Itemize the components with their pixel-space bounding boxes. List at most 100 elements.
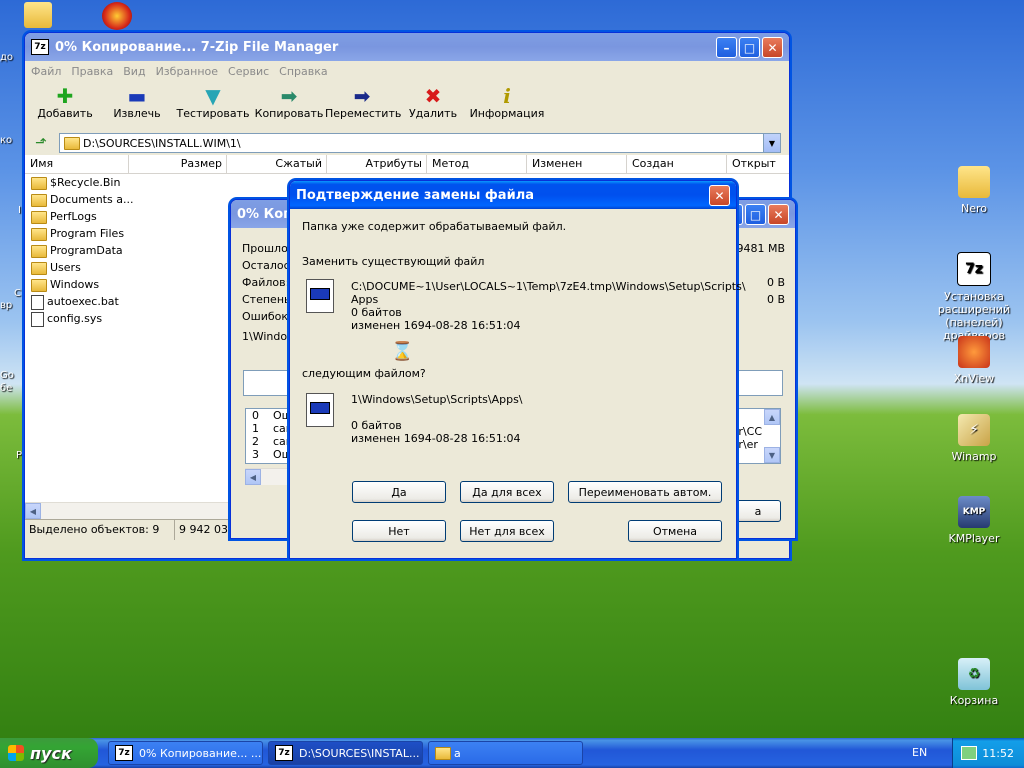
column-header-name[interactable]: Имя: [25, 155, 129, 173]
maximize-button[interactable]: □: [745, 204, 766, 225]
window-title: 0% Копирование... 7-Zip File Manager: [55, 39, 339, 55]
desktop-label-fragment: Р: [16, 450, 23, 461]
column-header-modified[interactable]: Изменен: [527, 155, 627, 173]
desktop-icon-recycle-bin[interactable]: ♻ Корзина: [929, 658, 1019, 707]
move-button[interactable]: ➡ Переместить: [325, 81, 401, 120]
close-button[interactable]: ✕: [709, 185, 730, 206]
test-button[interactable]: ▼ Тестировать: [173, 81, 253, 120]
desktop-icon-nero[interactable]: Nero: [929, 166, 1019, 215]
kmplayer-icon: KMP: [958, 496, 990, 528]
desktop-icon-winamp[interactable]: ⚡ Winamp: [929, 414, 1019, 463]
column-header-attributes[interactable]: Атрибуты: [327, 155, 427, 173]
file-manager-titlebar[interactable]: 7z 0% Копирование... 7-Zip File Manager …: [25, 33, 789, 61]
move-icon: ➡: [353, 84, 371, 108]
desktop-icon-kmplayer[interactable]: KMP KMPlayer: [929, 496, 1019, 545]
scroll-left-icon[interactable]: ◀: [245, 469, 261, 485]
column-header-size[interactable]: Размер: [129, 155, 227, 173]
taskbar-item-file-manager[interactable]: 7z D:\SOURCES\INSTAL...: [268, 741, 423, 765]
cancel-button[interactable]: Отмена: [628, 520, 722, 542]
toolbar: ✚ Добавить ▬ Извлечь ▼ Тестировать ➡ Копиров…: [25, 81, 789, 131]
documents-folder-icon[interactable]: [24, 2, 52, 28]
existing-file-name: Apps: [351, 293, 379, 306]
desktop-label-fragment: вр: [0, 300, 13, 311]
test-icon: ▼: [205, 84, 221, 108]
desktop-label-fragment: до: [0, 52, 14, 63]
total-size-value: 9481 MB: [736, 242, 785, 255]
auto-rename-button[interactable]: Переименовать автом.: [568, 481, 722, 503]
column-header-created[interactable]: Создан: [627, 155, 727, 173]
menu-favorites[interactable]: Избранное: [156, 65, 218, 78]
log-text: car: [273, 435, 291, 448]
existing-file-info: C:\DOCUME~1\User\LOCALS~1\Temp\7zE4.tmp\…: [351, 280, 746, 332]
toolbar-label: Копировать: [254, 107, 324, 120]
info-icon: i: [503, 84, 511, 108]
existing-file-path: C:\DOCUME~1\User\LOCALS~1\Temp\7zE4.tmp\…: [351, 280, 746, 293]
hourglass-icon: ⌛: [391, 341, 414, 362]
file-name: PerfLogs: [50, 210, 97, 223]
desktop-icon-label: Winamp: [951, 450, 997, 463]
log-text: car: [273, 422, 291, 435]
extract-button[interactable]: ▬ Извлечь: [101, 81, 173, 120]
7zip-icon: 7z: [275, 745, 293, 761]
system-tray: 11:52: [952, 738, 1024, 768]
windows-logo-icon: [8, 745, 24, 761]
yes-to-all-button[interactable]: Да для всех: [460, 481, 554, 503]
new-file-info: 1\Windows\Setup\Scripts\Apps\ 0 байтов и…: [351, 393, 523, 445]
status-selected: Выделено объектов: 9: [25, 520, 175, 540]
taskbar: пуск 7z 0% Копирование... ... 7z D:\SOUR…: [0, 738, 1024, 768]
no-to-all-button[interactable]: Нет для всех: [460, 520, 554, 542]
list-header: Имя Размер Сжатый Атрибуты Метод Изменен…: [25, 155, 789, 174]
folder-icon: [31, 244, 47, 258]
log-index: 1: [252, 422, 259, 435]
language-indicator[interactable]: EN: [912, 746, 927, 759]
new-file-path: 1\Windows\Setup\Scripts\Apps\: [351, 393, 523, 406]
dialog-titlebar[interactable]: Подтверждение замены файла ✕: [290, 181, 736, 209]
up-folder-icon[interactable]: ⬏: [29, 135, 53, 151]
close-button[interactable]: ✕: [768, 204, 789, 225]
menu-help[interactable]: Справка: [279, 65, 327, 78]
app-shortcut-icon[interactable]: [102, 2, 132, 30]
progress-action-button[interactable]: а: [735, 500, 781, 522]
start-button[interactable]: пуск: [0, 738, 98, 768]
copy-button[interactable]: ➡ Копировать: [253, 81, 325, 120]
column-header-method[interactable]: Метод: [427, 155, 527, 173]
scroll-down-icon[interactable]: ▼: [764, 447, 780, 463]
horizontal-scrollbar[interactable]: ◀: [25, 502, 229, 519]
column-header-packed[interactable]: Сжатый: [227, 155, 327, 173]
folder-icon: [31, 278, 47, 292]
scroll-up-icon[interactable]: ▲: [764, 409, 780, 425]
column-header-accessed[interactable]: Открыт: [727, 155, 787, 173]
close-button[interactable]: ✕: [762, 37, 783, 58]
safely-remove-icon[interactable]: [961, 746, 977, 760]
taskbar-item-folder[interactable]: a: [428, 741, 583, 765]
minimize-button[interactable]: –: [716, 37, 737, 58]
file-name: autoexec.bat: [47, 295, 119, 308]
menu-file[interactable]: Файл: [31, 65, 61, 78]
delete-button[interactable]: ✖ Удалить: [399, 81, 467, 120]
info-button[interactable]: i Информация: [467, 81, 547, 120]
dialog-title: Подтверждение замены файла: [296, 187, 534, 203]
taskbar-item-label: D:\SOURCES\INSTAL...: [299, 746, 420, 760]
winamp-icon: ⚡: [958, 414, 990, 446]
maximize-button[interactable]: □: [739, 37, 760, 58]
menu-tools[interactable]: Сервис: [228, 65, 269, 78]
add-button[interactable]: ✚ Добавить: [29, 81, 101, 120]
extract-icon: ▬: [127, 84, 147, 108]
desktop-icon-xnview[interactable]: XnView: [929, 336, 1019, 385]
menu-edit[interactable]: Правка: [71, 65, 113, 78]
taskbar-item-copy-progress[interactable]: 7z 0% Копирование... ...: [108, 741, 263, 765]
desktop-icon-driver-installer[interactable]: 7z Установка расширений (панелей) драйве…: [929, 252, 1019, 342]
no-button[interactable]: Нет: [352, 520, 446, 542]
address-field[interactable]: D:\SOURCES\INSTALL.WIM\1\ ▼: [59, 133, 781, 153]
clock[interactable]: 11:52: [982, 747, 1014, 760]
chevron-down-icon[interactable]: ▼: [763, 134, 780, 152]
menu-view[interactable]: Вид: [123, 65, 145, 78]
scroll-left-icon[interactable]: ◀: [25, 503, 41, 519]
desktop-icon-label: Установка расширений (панелей) драйверов: [937, 290, 1011, 342]
file-icon: [31, 294, 44, 310]
yes-button[interactable]: Да: [352, 481, 446, 503]
log-index: 0: [252, 409, 259, 422]
taskbar-item-label: a: [454, 746, 461, 760]
horizontal-scrollbar[interactable]: ◀: [245, 468, 291, 485]
replace-existing-label: Заменить существующий файл: [302, 255, 485, 268]
